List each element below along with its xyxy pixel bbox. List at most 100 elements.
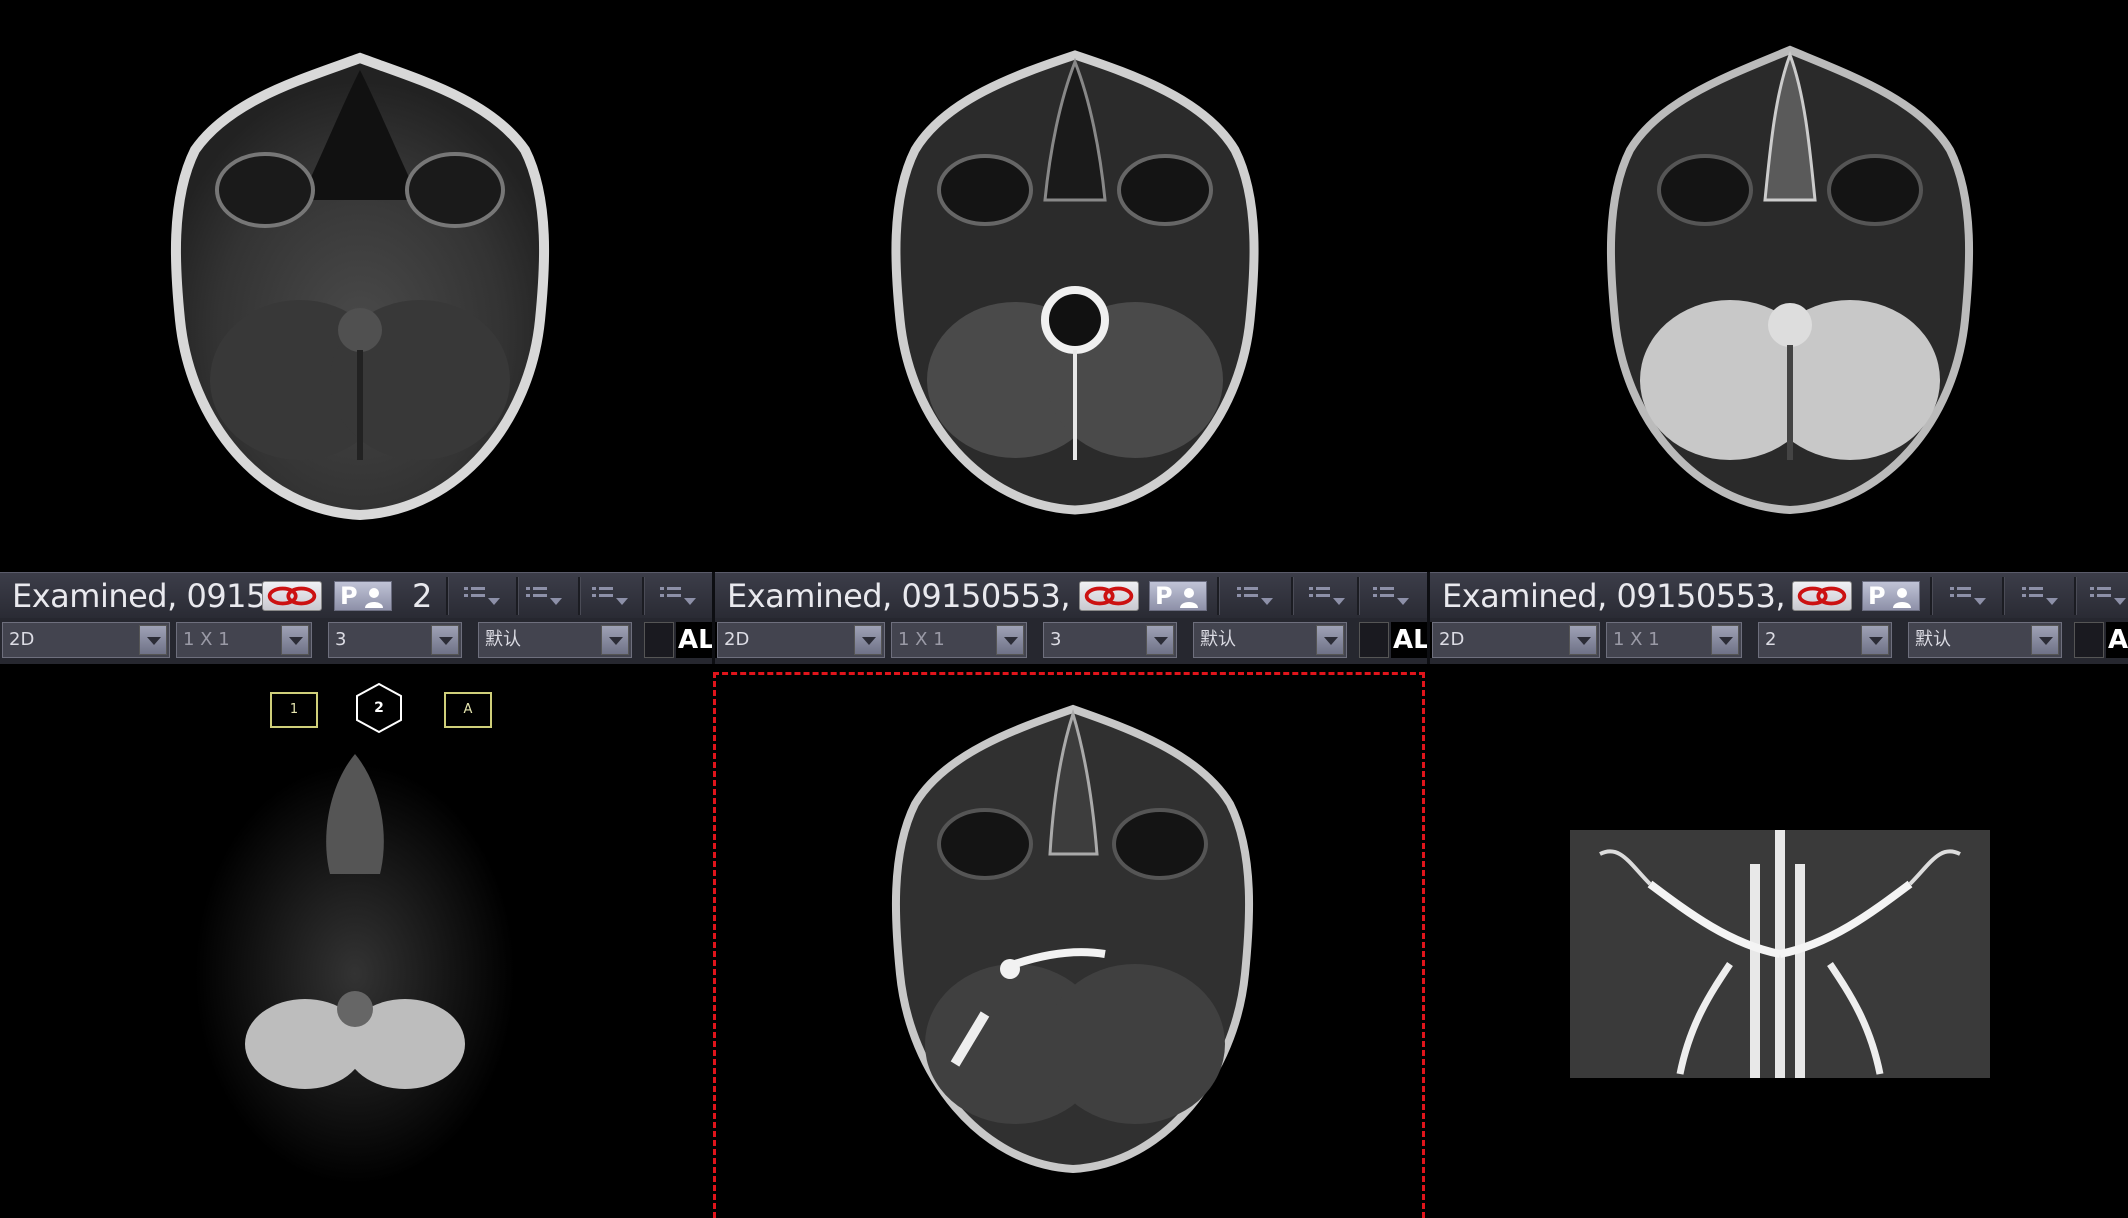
chevron-down-icon	[139, 625, 167, 655]
person-icon	[1893, 588, 1911, 608]
patient-label: P	[340, 582, 358, 610]
list-dropdown-icon[interactable]	[588, 581, 640, 611]
patient-button[interactable]: P	[334, 581, 392, 611]
viewport-3-control-row: 2D 1 X 1 2 默认 A	[1430, 620, 2128, 662]
list-dropdown-icon[interactable]	[1233, 581, 1285, 611]
chevron-down-icon	[1569, 625, 1597, 655]
link-chain-icon[interactable]	[1079, 581, 1139, 611]
list-dropdown-icon[interactable]	[522, 581, 574, 611]
toolbar-divider	[516, 577, 519, 615]
viewport-t1-image[interactable]	[0, 0, 712, 572]
viewport-3-title-row: Examined, 09150553, 5 P	[1430, 572, 2128, 618]
slice-value: 3	[335, 629, 347, 650]
mri-axial-t2-image	[891, 50, 1259, 515]
chevron-down-icon	[281, 625, 309, 655]
chevron-down-icon	[1861, 625, 1889, 655]
toolbar-divider	[1930, 577, 1933, 615]
viewport-toolbar-strip: Examined, 0915( P 2 2D 1 X 1 3 默认 AL Exa…	[0, 572, 2128, 664]
layout-select[interactable]: 1 X 1	[176, 622, 312, 658]
overlay-marker-1[interactable]: 1	[270, 692, 318, 728]
patient-label: P	[1155, 582, 1173, 610]
layout-value: 1 X 1	[1613, 629, 1660, 650]
viewport-2-title-row: Examined, 09150553, 5 P	[715, 572, 1427, 618]
link-chain-icon[interactable]	[1792, 581, 1852, 611]
tool-label[interactable]: AL	[676, 622, 717, 658]
viewport-t2-image[interactable]	[715, 0, 1427, 572]
layout-select[interactable]: 1 X 1	[1606, 622, 1742, 658]
exam-info-text: Examined, 09150553, 5	[1442, 577, 1792, 615]
mode-select[interactable]: 2D	[1432, 622, 1600, 658]
toolbar-divider	[712, 572, 715, 664]
mode-value: 2D	[724, 629, 750, 650]
preset-select[interactable]: 默认	[1193, 622, 1347, 658]
chevron-down-icon	[1711, 625, 1739, 655]
viewport-mra-image[interactable]	[1430, 664, 2128, 1218]
layout-value: 1 X 1	[898, 629, 945, 650]
list-dropdown-icon[interactable]	[2086, 581, 2128, 611]
exam-info-text: Examined, 09150553, 5	[727, 577, 1077, 615]
list-dropdown-icon[interactable]	[460, 581, 512, 611]
overlay-marker-a[interactable]: A	[444, 692, 492, 728]
list-dropdown-icon[interactable]	[656, 581, 708, 611]
toolbar-divider	[642, 577, 645, 615]
layout-select[interactable]: 1 X 1	[891, 622, 1027, 658]
tool-label[interactable]: A	[2106, 622, 2128, 658]
mri-axial-dwi-image	[195, 754, 515, 1184]
toolbar-divider	[1427, 572, 1430, 664]
toolbar-divider	[446, 577, 449, 615]
link-chain-icon[interactable]	[262, 581, 322, 611]
viewport-2-control-row: 2D 1 X 1 3 默认 AL	[715, 620, 1432, 662]
slice-select[interactable]: 3	[1043, 622, 1177, 658]
preset-select[interactable]: 默认	[1908, 622, 2062, 658]
mode-select[interactable]: 2D	[717, 622, 885, 658]
slice-select[interactable]: 2	[1758, 622, 1892, 658]
list-dropdown-icon[interactable]	[2018, 581, 2070, 611]
viewport-flair-image[interactable]	[1430, 0, 2128, 572]
preset-value: 默认	[1200, 629, 1236, 650]
viewport-1-toolbar: Examined, 0915( P 2 2D 1 X 1 3 默认 AL	[0, 572, 717, 664]
chevron-down-icon	[854, 625, 882, 655]
top-image-row	[0, 0, 2128, 572]
pointer-tool-icon[interactable]	[2074, 622, 2104, 658]
mri-axial-t1-image	[170, 52, 550, 521]
list-dropdown-icon[interactable]	[1946, 581, 1998, 611]
patient-button[interactable]: P	[1149, 581, 1207, 611]
preset-select[interactable]: 默认	[478, 622, 632, 658]
viewport-t1c-image[interactable]	[715, 664, 1427, 1218]
mri-axial-flair-image	[1606, 45, 1974, 515]
slice-value: 3	[1050, 629, 1062, 650]
toolbar-divider	[1291, 577, 1294, 615]
list-dropdown-icon[interactable]	[1305, 581, 1357, 611]
list-dropdown-icon[interactable]	[1369, 581, 1421, 611]
mra-vessel-image	[1570, 830, 1990, 1078]
toolbar-divider	[1217, 577, 1220, 615]
patient-button[interactable]: P	[1862, 581, 1920, 611]
mode-value: 2D	[9, 629, 35, 650]
viewport-2-toolbar: Examined, 09150553, 5 P 2D 1 X 1 3 默认 AL	[715, 572, 1432, 664]
pointer-tool-icon[interactable]	[1359, 622, 1389, 658]
toolbar-divider	[2074, 577, 2077, 615]
exam-info-text: Examined, 0915(	[12, 577, 262, 615]
toolbar-divider	[2002, 577, 2005, 615]
mode-select[interactable]: 2D	[2, 622, 170, 658]
chevron-down-icon	[2031, 625, 2059, 655]
person-icon	[1180, 588, 1198, 608]
chevron-down-icon	[601, 625, 629, 655]
overlay-marker-2: 2	[374, 700, 384, 716]
patient-label: P	[1868, 582, 1886, 610]
preset-value: 默认	[1915, 629, 1951, 650]
viewport-1-control-row: 2D 1 X 1 3 默认 AL	[0, 620, 717, 662]
viewport-dwi-image[interactable]	[0, 664, 712, 1218]
chevron-down-icon	[996, 625, 1024, 655]
preset-value: 默认	[485, 629, 521, 650]
mri-axial-t1-contrast-image	[891, 704, 1254, 1174]
mode-value: 2D	[1439, 629, 1465, 650]
viewport-3-toolbar: Examined, 09150553, 5 P 2D 1 X 1 2 默认 A	[1430, 572, 2128, 664]
chevron-down-icon	[1316, 625, 1344, 655]
tool-label[interactable]: AL	[1391, 622, 1432, 658]
layout-value: 1 X 1	[183, 629, 230, 650]
pointer-tool-icon[interactable]	[644, 622, 674, 658]
person-icon	[365, 588, 383, 608]
slice-select[interactable]: 3	[328, 622, 462, 658]
bottom-image-row	[0, 664, 2128, 1218]
